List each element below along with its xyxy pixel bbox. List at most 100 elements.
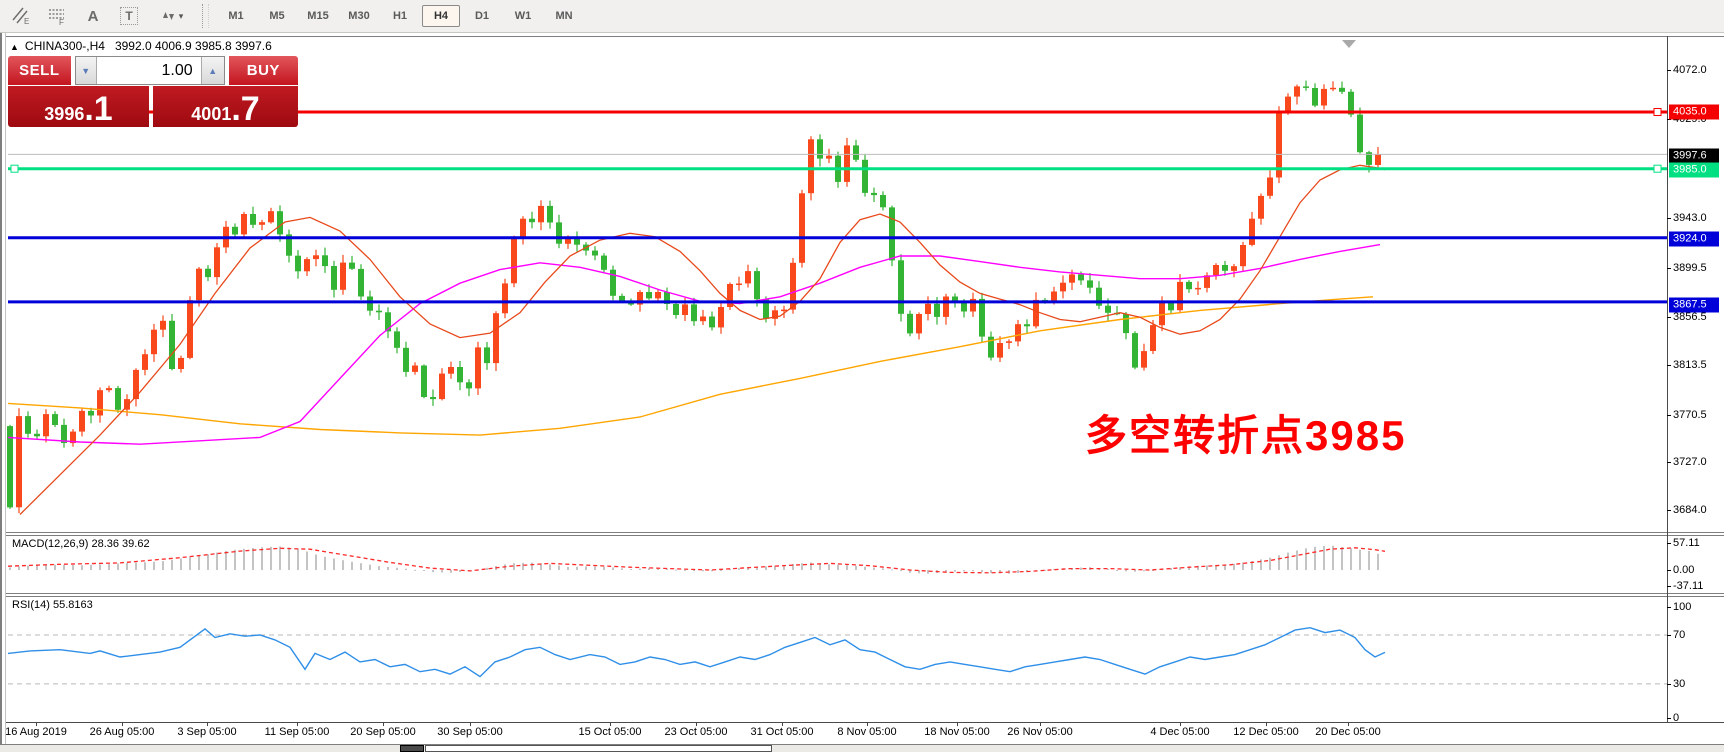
macd-canvas[interactable] — [0, 536, 1667, 593]
indicator-tick-label: 70 — [1673, 629, 1685, 641]
ask-main-digits: 4001 — [191, 104, 231, 124]
spinner-up-icon: ▲ — [208, 66, 217, 76]
buy-button[interactable]: BUY — [229, 56, 298, 85]
indicator-tick-mark — [1667, 718, 1671, 719]
text-a-icon: A — [88, 8, 99, 25]
ohlc-readout: 3992.0 4006.9 3985.8 3997.6 — [115, 39, 272, 53]
price-tick-mark — [1667, 218, 1671, 219]
timeframe-button-mn[interactable]: MN — [545, 5, 583, 27]
bid-decimal: .1 — [84, 94, 112, 124]
price-tick-mark — [1667, 462, 1671, 463]
price-tick-label: 3899.5 — [1673, 262, 1707, 274]
macd-signal-line — [8, 548, 1385, 573]
timeframe-button-w1[interactable]: W1 — [504, 5, 542, 27]
price-tick-mark — [1667, 365, 1671, 366]
timeframe-button-h4[interactable]: H4 — [422, 5, 460, 27]
indicator-tick-label: 100 — [1673, 601, 1691, 613]
volume-up-button[interactable]: ▲ — [201, 57, 224, 84]
indicator-tick-label: 30 — [1673, 678, 1685, 690]
bid-main-digits: 3996 — [44, 104, 84, 124]
time-tick-label: 31 Oct 05:00 — [751, 726, 814, 738]
timeframe-button-h1[interactable]: H1 — [381, 5, 419, 27]
time-axis-border — [6, 722, 1724, 723]
fibonacci-icon: F — [47, 6, 67, 26]
price-tick-label: 3684.0 — [1673, 504, 1707, 516]
price-tick-label: 3727.0 — [1673, 456, 1707, 468]
chart-tab-active[interactable] — [400, 745, 424, 752]
time-tick-label: 26 Nov 05:00 — [1007, 726, 1072, 738]
indicator-tick-mark — [1667, 570, 1671, 571]
label-tool-button[interactable]: T — [114, 2, 144, 30]
chart-shift-marker — [1342, 40, 1356, 48]
time-tick-label: 16 Aug 2019 — [5, 726, 67, 738]
price-tick-label: 3770.5 — [1673, 409, 1707, 421]
rsi-label: RSI(14) 55.8163 — [12, 599, 93, 611]
price-tag-3867.5: 3867.5 — [1669, 298, 1719, 313]
price-tick-mark — [1667, 415, 1671, 416]
indicator-tick-label: 0.00 — [1673, 564, 1694, 576]
price-tick-label: 4072.0 — [1673, 64, 1707, 76]
chart-tab[interactable] — [425, 745, 772, 752]
time-tick-label: 26 Aug 05:00 — [90, 726, 155, 738]
timeframe-button-m15[interactable]: M15 — [299, 5, 337, 27]
time-tick-label: 18 Nov 05:00 — [924, 726, 989, 738]
bid-price[interactable]: 3996.1 — [8, 86, 149, 127]
equidistant-channel-tool-button[interactable]: E — [6, 2, 36, 30]
arrows-icon — [159, 6, 179, 26]
indicator-tick-label: 0 — [1673, 712, 1679, 724]
ask-price[interactable]: 4001.7 — [153, 86, 298, 127]
toolbar: E F A T ▾ M1M5M15M30H1H4D1W1MN — [0, 0, 1724, 33]
volume-input[interactable]: 1.00 — [97, 57, 201, 84]
line-handle[interactable] — [1654, 165, 1661, 172]
price-tick-mark — [1667, 70, 1671, 71]
timeframe-button-d1[interactable]: D1 — [463, 5, 501, 27]
macd-label: MACD(12,26,9) 28.36 39.62 — [12, 538, 150, 550]
spinner-down-icon: ▼ — [81, 66, 90, 76]
timeframe-group: M1M5M15M30H1H4D1W1MN — [217, 5, 586, 27]
macd-pane-bottom-border — [6, 593, 1724, 594]
sell-button[interactable]: SELL — [8, 56, 71, 85]
indicator-tick-mark — [1667, 635, 1671, 636]
time-tick-label: 20 Dec 05:00 — [1315, 726, 1380, 738]
text-tool-button[interactable]: A — [78, 2, 108, 30]
line-handle[interactable] — [11, 165, 18, 172]
timeframe-button-m5[interactable]: M5 — [258, 5, 296, 27]
toolbar-separator — [202, 4, 209, 28]
chart-annotation[interactable]: 多空转折点3985 — [1085, 402, 1406, 463]
chart-header: ▲CHINA300-,H43992.0 4006.9 3985.8 3997.6 — [10, 39, 272, 53]
rsi-canvas[interactable] — [0, 597, 1667, 722]
text-label-icon: T — [120, 7, 137, 25]
time-tick-label: 15 Oct 05:00 — [579, 726, 642, 738]
ask-decimal: .7 — [231, 94, 259, 124]
indicator-tick-label: 57.11 — [1673, 537, 1700, 549]
arrows-tool-button[interactable]: ▾ — [150, 2, 192, 30]
volume-down-button[interactable]: ▼ — [76, 57, 97, 84]
time-tick-label: 8 Nov 05:00 — [837, 726, 896, 738]
volume-spinner: ▼ 1.00 ▲ — [75, 56, 225, 85]
indicator-tick-mark — [1667, 684, 1671, 685]
price-tag-4035.0: 4035.0 — [1669, 105, 1719, 120]
fibonacci-tool-button[interactable]: F — [42, 2, 72, 30]
price-pane-bottom-border — [6, 532, 1724, 533]
svg-text:E: E — [24, 17, 29, 26]
time-tick-label: 4 Dec 05:00 — [1150, 726, 1209, 738]
one-click-trading-panel: SELL ▼ 1.00 ▲ BUY 3996.1 4001.7 — [8, 56, 298, 127]
time-tick-label: 20 Sep 05:00 — [350, 726, 415, 738]
equidistant-channel-icon: E — [11, 6, 31, 26]
time-tick-label: 12 Dec 05:00 — [1233, 726, 1298, 738]
indicator-tick-mark — [1667, 586, 1671, 587]
price-tag-3997.6: 3997.6 — [1669, 149, 1719, 164]
svg-text:F: F — [59, 18, 64, 26]
line-handle[interactable] — [1654, 109, 1661, 116]
timeframe-button-m30[interactable]: M30 — [340, 5, 378, 27]
price-tick-label: 3856.5 — [1673, 311, 1707, 323]
time-tick-label: 3 Sep 05:00 — [177, 726, 236, 738]
time-tick-label: 23 Oct 05:00 — [665, 726, 728, 738]
price-tick-label: 3943.0 — [1673, 212, 1707, 224]
collapse-arrow-icon[interactable]: ▲ — [10, 42, 19, 52]
indicator-tick-mark — [1667, 543, 1671, 544]
price-tag-3924.0: 3924.0 — [1669, 232, 1719, 247]
indicator-tick-mark — [1667, 607, 1671, 608]
price-tick-mark — [1667, 317, 1671, 318]
timeframe-button-m1[interactable]: M1 — [217, 5, 255, 27]
